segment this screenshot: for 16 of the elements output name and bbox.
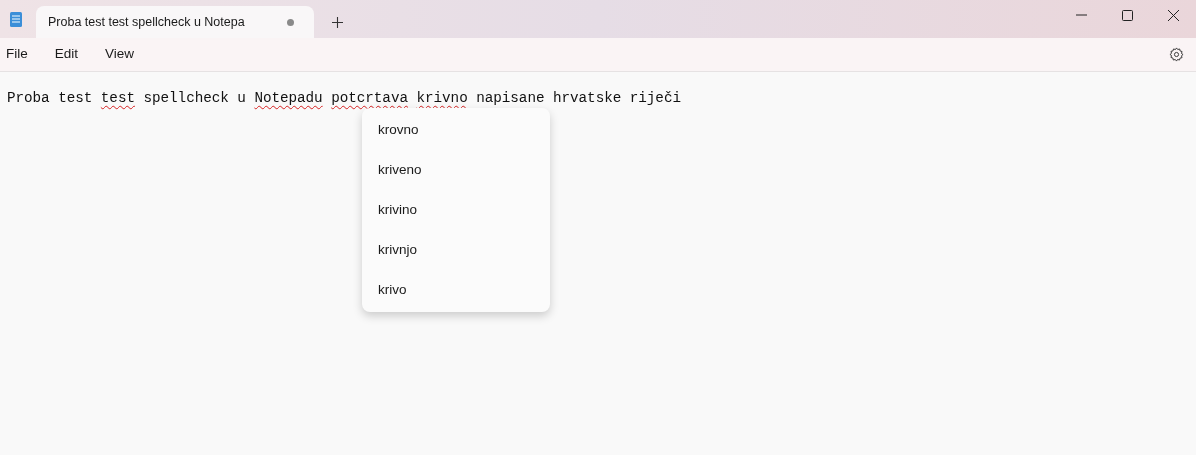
minimize-icon <box>1075 14 1087 16</box>
suggestion-item[interactable]: krivnjo <box>366 230 546 270</box>
suggestion-item[interactable]: krivino <box>366 190 546 230</box>
settings-icon <box>1168 47 1184 62</box>
menu-item[interactable]: File <box>0 44 41 65</box>
close-icon <box>1167 9 1179 21</box>
suggestion-item[interactable]: krivo <box>366 270 546 310</box>
menu-item[interactable]: Edit <box>48 44 92 65</box>
document-text: Proba test test spellcheck u Notepadu potcrtava krivno napisane hrvatske riječi <box>7 89 681 108</box>
maximize-icon <box>1121 9 1133 21</box>
plus-icon <box>331 16 343 28</box>
suggestion-item[interactable]: kriveno <box>366 150 546 190</box>
suggestion-item[interactable]: krovno <box>366 110 546 150</box>
menu-item[interactable]: View <box>99 44 148 65</box>
notepad-icon <box>9 10 23 28</box>
document-tab[interactable]: Proba test test spellcheck u Notepa <box>36 6 314 38</box>
